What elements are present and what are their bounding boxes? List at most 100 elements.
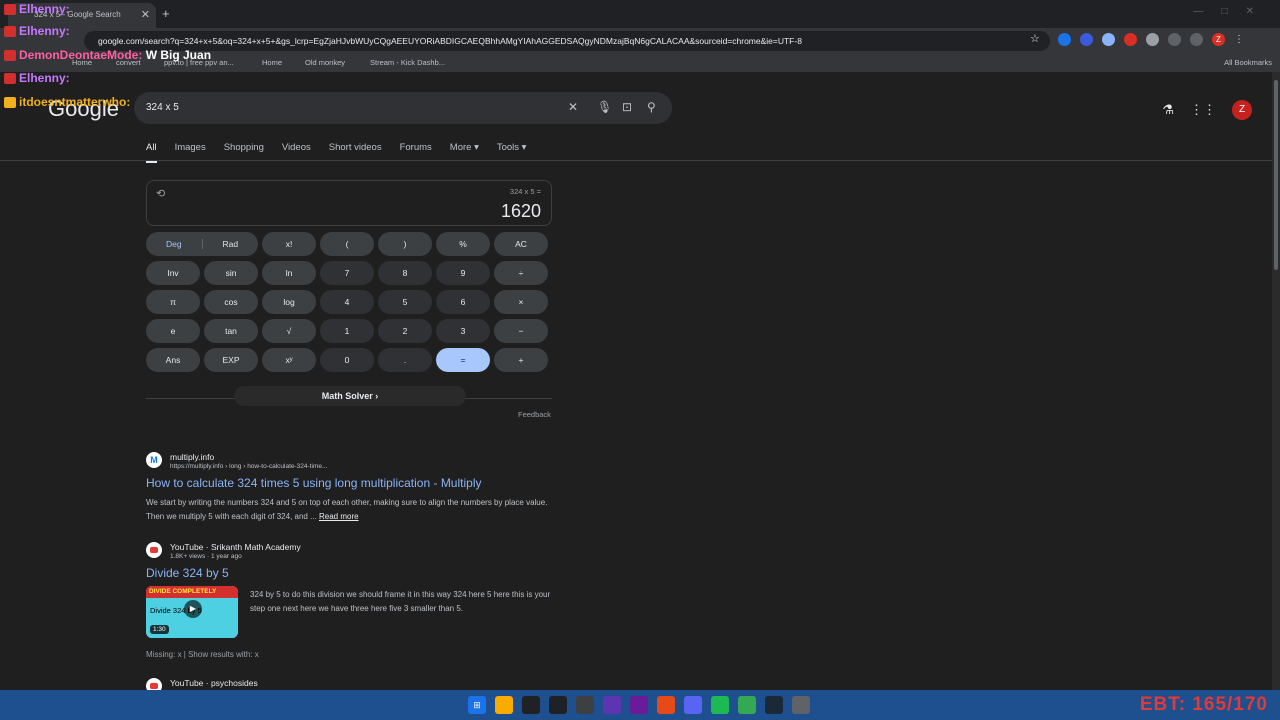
key-multiply[interactable]: × xyxy=(494,290,548,314)
key-plus[interactable]: + xyxy=(494,348,548,372)
app-icon[interactable] xyxy=(549,696,567,714)
search-box[interactable]: 324 x 5 ✕ 🎙 ⊡ ⚲ xyxy=(134,92,672,124)
calculator-expression: 324 x 5 = xyxy=(509,187,541,196)
scrollbar[interactable] xyxy=(1272,72,1280,690)
chat-badge-icon xyxy=(4,97,16,109)
key-close-paren[interactable]: ) xyxy=(378,232,432,256)
key-2[interactable]: 2 xyxy=(378,319,432,343)
settings-icon[interactable] xyxy=(792,696,810,714)
thumbnail-banner: DIVIDE COMPLETELY xyxy=(146,586,238,598)
site-url[interactable]: https://multiply.info › long › how-to-ca… xyxy=(170,463,327,470)
window-controls[interactable]: —□✕ xyxy=(1194,6,1272,17)
key-4[interactable]: 4 xyxy=(320,290,374,314)
key-9[interactable]: 9 xyxy=(436,261,490,285)
read-more-link[interactable]: Read more xyxy=(319,512,359,521)
app-icon[interactable] xyxy=(630,696,648,714)
app-icon[interactable] xyxy=(603,696,621,714)
sidebar-icon[interactable] xyxy=(1190,33,1203,46)
key-percent[interactable]: % xyxy=(436,232,490,256)
bookmark-item[interactable]: Stream - Kick Dashb... xyxy=(370,58,445,67)
key-power[interactable]: xʸ xyxy=(262,348,316,372)
spotify-icon[interactable] xyxy=(711,696,729,714)
video-thumbnail[interactable]: DIVIDE COMPLETELY Divide 324 by 5 ▶ 1:30 xyxy=(146,586,238,638)
calculator-keypad: Deg Rad x! ( ) % AC Inv sin ln 7 8 9 ÷ π… xyxy=(146,232,552,372)
key-1[interactable]: 1 xyxy=(320,319,374,343)
discord-icon[interactable] xyxy=(684,696,702,714)
avatar[interactable]: Z xyxy=(1232,100,1252,120)
key-ln[interactable]: ln xyxy=(262,261,316,285)
key-exp[interactable]: EXP xyxy=(204,348,258,372)
extension-icon[interactable] xyxy=(1102,33,1115,46)
file-explorer-icon[interactable] xyxy=(495,696,513,714)
extension-icon[interactable] xyxy=(1058,33,1071,46)
key-log[interactable]: log xyxy=(262,290,316,314)
search-input[interactable]: 324 x 5 xyxy=(146,102,179,113)
video-meta: 1.8K+ views · 1 year ago xyxy=(170,553,242,560)
chat-badge-icon xyxy=(4,73,16,85)
media-icon[interactable] xyxy=(1168,33,1181,46)
profile-avatar[interactable]: Z xyxy=(1212,33,1225,46)
key-decimal[interactable]: . xyxy=(378,348,432,372)
history-icon[interactable]: ⟲ xyxy=(156,187,165,200)
app-icon[interactable] xyxy=(522,696,540,714)
key-7[interactable]: 7 xyxy=(320,261,374,285)
lens-icon[interactable]: ⊡ xyxy=(622,100,632,114)
rad-button[interactable]: Rad xyxy=(203,239,259,249)
obs-icon[interactable] xyxy=(576,696,594,714)
result-title[interactable]: Divide 324 by 5 xyxy=(146,566,229,580)
result-title[interactable]: How to calculate 324 times 5 using long … xyxy=(146,476,482,490)
key-open-paren[interactable]: ( xyxy=(320,232,374,256)
extension-icon[interactable] xyxy=(1124,33,1137,46)
app-icon[interactable] xyxy=(657,696,675,714)
address-bar[interactable]: google.com/search?q=324+x+5&oq=324+x+5+&… xyxy=(84,31,1050,51)
key-ans[interactable]: Ans xyxy=(146,348,200,372)
key-factorial[interactable]: x! xyxy=(262,232,316,256)
start-icon[interactable]: ⊞ xyxy=(468,696,486,714)
tab-close-icon[interactable]: ✕ xyxy=(141,8,150,21)
key-e[interactable]: e xyxy=(146,319,200,343)
feedback-link[interactable]: Feedback xyxy=(518,410,551,419)
key-cos[interactable]: cos xyxy=(204,290,258,314)
bookmark-item[interactable]: Old monkey xyxy=(305,58,345,67)
search-icon[interactable]: ⚲ xyxy=(647,100,656,114)
bookmark-item[interactable]: Home xyxy=(262,58,282,67)
url-text: google.com/search?q=324+x+5&oq=324+x+5+&… xyxy=(98,36,802,46)
key-8[interactable]: 8 xyxy=(378,261,432,285)
labs-icon[interactable]: ⚗ xyxy=(1162,102,1174,118)
key-equals[interactable]: = xyxy=(436,348,490,372)
key-tan[interactable]: tan xyxy=(204,319,258,343)
key-sqrt[interactable]: √ xyxy=(262,319,316,343)
deg-button[interactable]: Deg xyxy=(146,239,203,249)
missing-terms[interactable]: Missing: x | Show results with: x xyxy=(146,650,259,659)
new-tab-icon[interactable]: + xyxy=(162,6,170,21)
chat-badge-icon xyxy=(4,26,16,38)
key-all-clear[interactable]: AC xyxy=(494,232,548,256)
key-sin[interactable]: sin xyxy=(204,261,258,285)
key-0[interactable]: 0 xyxy=(320,348,374,372)
chrome-icon[interactable] xyxy=(738,696,756,714)
key-6[interactable]: 6 xyxy=(436,290,490,314)
chat-message: Elhenny: xyxy=(4,71,70,85)
site-name: YouTube · Srikanth Math Academy xyxy=(170,542,301,552)
key-3[interactable]: 3 xyxy=(436,319,490,343)
bookmark-star-icon[interactable]: ☆ xyxy=(1030,32,1040,45)
key-5[interactable]: 5 xyxy=(378,290,432,314)
deg-rad-toggle[interactable]: Deg Rad xyxy=(146,232,258,256)
menu-icon[interactable]: ⋮ xyxy=(1234,33,1247,46)
taskbar-icons: ⊞ xyxy=(468,696,810,714)
key-minus[interactable]: − xyxy=(494,319,548,343)
apps-grid-icon[interactable]: ⋮⋮ xyxy=(1190,102,1216,118)
puzzle-icon[interactable] xyxy=(1146,33,1159,46)
steam-icon[interactable] xyxy=(765,696,783,714)
video-duration: 1:30 xyxy=(150,625,169,634)
math-solver-button[interactable]: Math Solver › xyxy=(234,386,466,406)
key-inv[interactable]: Inv xyxy=(146,261,200,285)
key-pi[interactable]: π xyxy=(146,290,200,314)
microphone-icon[interactable]: 🎙 xyxy=(597,100,612,114)
play-icon[interactable]: ▶ xyxy=(184,600,202,618)
all-bookmarks[interactable]: All Bookmarks xyxy=(1224,58,1272,67)
key-divide[interactable]: ÷ xyxy=(494,261,548,285)
extension-icon[interactable] xyxy=(1080,33,1093,46)
clear-icon[interactable]: ✕ xyxy=(568,100,578,114)
scrollbar-thumb[interactable] xyxy=(1274,80,1278,270)
